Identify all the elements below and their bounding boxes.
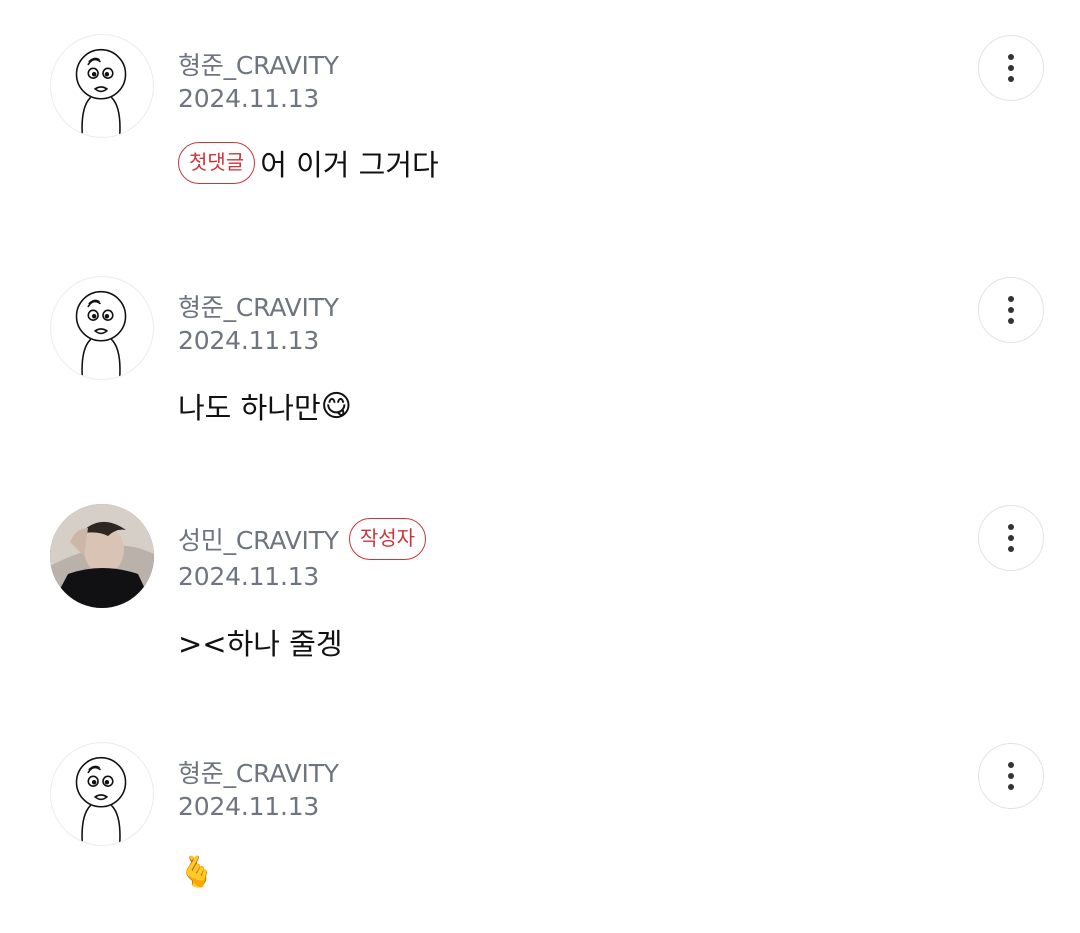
more-vertical-icon <box>1008 296 1014 324</box>
more-vertical-icon <box>1008 524 1014 552</box>
comment-text: ><하나 줄겡 <box>178 627 343 661</box>
avatar[interactable] <box>50 742 154 846</box>
cartoon-face-icon <box>75 48 127 137</box>
author-name[interactable]: 성민_CRAVITY <box>178 521 339 557</box>
avatar[interactable] <box>50 276 154 380</box>
more-options-button[interactable] <box>978 277 1044 343</box>
comment-date: 2024.11.13 <box>178 792 320 821</box>
comment-body: 🫰 <box>178 850 215 894</box>
more-options-button[interactable] <box>978 35 1044 101</box>
comment-body: 첫댓글 어 이거 그거다 <box>178 141 439 185</box>
more-vertical-icon <box>1008 762 1014 790</box>
finger-heart-emoji: 🫰 <box>178 854 216 890</box>
comment-meta: 형준_CRAVITY 2024.11.13 <box>178 286 339 355</box>
author-name[interactable]: 형준_CRAVITY <box>178 754 339 790</box>
cartoon-face-icon <box>75 756 127 845</box>
author-name[interactable]: 형준_CRAVITY <box>178 46 339 82</box>
comment-meta: 형준_CRAVITY 2024.11.13 <box>178 44 339 113</box>
avatar[interactable] <box>50 504 154 608</box>
first-comment-badge: 첫댓글 <box>178 142 256 184</box>
more-options-button[interactable] <box>978 743 1044 809</box>
more-vertical-icon <box>1008 54 1014 82</box>
author-name[interactable]: 형준_CRAVITY <box>178 288 339 324</box>
comment-date: 2024.11.13 <box>178 84 320 113</box>
more-options-button[interactable] <box>978 505 1044 571</box>
comment-meta: 성민_CRAVITY 작성자 2024.11.13 <box>178 518 427 591</box>
cartoon-face-icon <box>75 290 127 379</box>
author-badge: 작성자 <box>348 518 427 560</box>
comment-meta: 형준_CRAVITY 2024.11.13 <box>178 752 339 821</box>
yum-emoji: 😋 <box>320 388 352 424</box>
comment-body: 나도 하나만 😋 <box>178 384 352 428</box>
comment-date: 2024.11.13 <box>178 562 320 591</box>
comment-body: ><하나 줄겡 <box>178 620 343 664</box>
profile-photo-icon <box>50 504 154 608</box>
comment-text: 어 이거 그거다 <box>260 148 439 182</box>
comment-text: 나도 하나만 <box>178 391 321 425</box>
avatar[interactable] <box>50 34 154 138</box>
comment-date: 2024.11.13 <box>178 326 320 355</box>
